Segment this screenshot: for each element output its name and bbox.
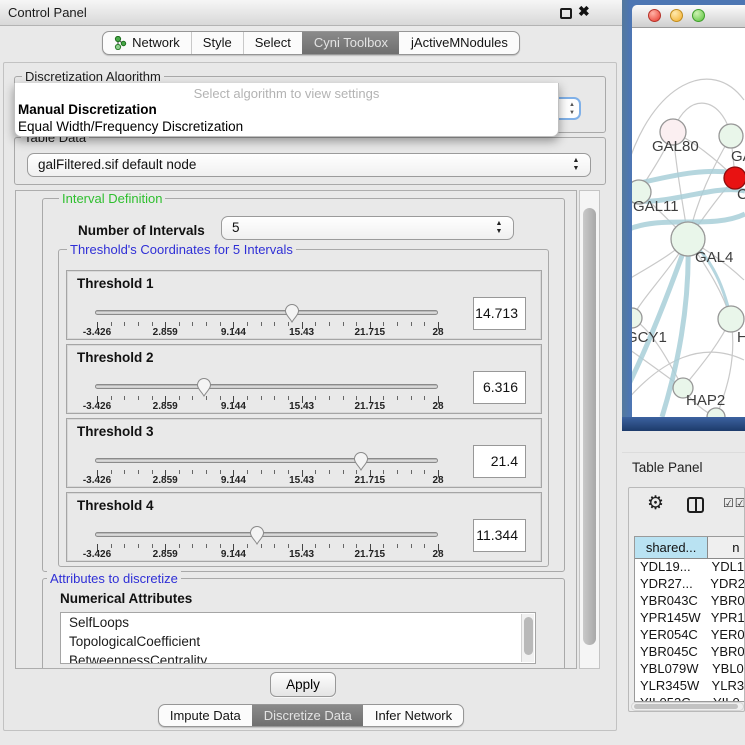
dropdown-hint-item: Select algorithm to view settings — [15, 86, 558, 101]
list-scrollbar[interactable] — [521, 614, 534, 662]
node-label: GAL80 — [652, 138, 699, 155]
split-table-icon[interactable] — [687, 497, 704, 513]
thresholds-group: Threshold's Coordinates for 5 Intervals … — [58, 249, 549, 567]
apply-button[interactable]: Apply — [270, 672, 336, 697]
settings-scroll-area: Interval Definition Number of Intervals … — [15, 190, 577, 669]
network-view-window: GAL80 GA GAL11 C GAL4 GCY1 H HAP2 — [622, 0, 745, 431]
threshold-panel: Threshold 3 -3.4262.8599.14415.4321.7152… — [66, 418, 542, 488]
network-window-bottom-frame — [622, 417, 745, 431]
table-row[interactable]: YLR345WYLR3... — [635, 678, 745, 695]
gear-icon[interactable]: ⚙ — [647, 492, 664, 515]
tab-cyni-toolbox[interactable]: Cyni Toolbox — [302, 32, 399, 54]
tab-select[interactable]: Select — [243, 32, 302, 54]
tab-network[interactable]: Network — [103, 32, 191, 54]
panel-title: Control Panel — [8, 5, 87, 20]
interval-definition-group: Interval Definition Number of Intervals … — [42, 198, 565, 572]
attributes-group: Attributes to discretize Numerical Attri… — [42, 578, 565, 669]
dropdown-option-manual[interactable]: Manual Discretization — [18, 102, 157, 117]
number-of-intervals-value: 5 — [232, 217, 240, 239]
control-panel-titlebar: Control Panel ✖ — [0, 0, 622, 26]
network-window-titlebar[interactable] — [632, 5, 745, 28]
algorithm-group-title: Discretization Algorithm — [22, 69, 164, 81]
threshold-value-field[interactable]: 21.4 — [473, 445, 526, 478]
tab-style[interactable]: Style — [191, 32, 243, 54]
node-label: GAL11 — [633, 198, 679, 215]
threshold-panel: Threshold 1 -3.4262.8599.14415.4321.7152… — [66, 270, 542, 340]
numerical-attributes-list[interactable]: SelfLoopsTopologicalCoefficientBetweenne… — [60, 612, 536, 664]
table-rows: YDL19...YDL1...YDR27...YDR2...YBR043CYBR… — [635, 559, 745, 701]
table-row[interactable]: YBR043CYBR0... — [635, 593, 745, 610]
top-tabbar: Network Style Select Cyni Toolbox jActiv… — [0, 31, 622, 55]
dropdown-option-equal-width[interactable]: Equal Width/Frequency Discretization — [18, 119, 243, 134]
threshold-value-field[interactable]: 11.344 — [473, 519, 526, 552]
cyni-panel-body: Discretization Algorithm ▲▼ Select algor… — [3, 62, 617, 731]
column-header-name[interactable]: n — [708, 537, 745, 559]
checked-checkbox-icons[interactable]: ☑☑ — [723, 496, 745, 510]
control-panel: Control Panel ✖ Network Style Select Cyn… — [0, 0, 622, 745]
table-data-combobox[interactable]: galFiltered.sif default node ▲▼ — [27, 153, 591, 177]
interval-definition-title: Interval Definition — [59, 191, 165, 206]
close-traffic-light[interactable] — [648, 9, 661, 22]
spinner-arrows-icon: ▲▼ — [494, 220, 504, 236]
threshold-value-field[interactable]: 6.316 — [473, 371, 526, 404]
node-table: shared... n YDL19...YDL1...YDR27...YDR2.… — [634, 536, 745, 702]
tab-jactivemnodules[interactable]: jActiveMNodules — [399, 32, 519, 54]
table-row[interactable]: YDR27...YDR2... — [635, 576, 745, 593]
node-label: HAP2 — [686, 392, 725, 409]
numerical-attributes-label: Numerical Attributes — [60, 591, 192, 606]
main-scrollbar-thumb[interactable] — [583, 208, 596, 645]
combo-arrows-icon: ▲▼ — [569, 101, 575, 117]
combo-arrows-icon: ▲▼ — [571, 157, 581, 173]
close-icon[interactable]: ✖ — [578, 3, 590, 20]
algorithm-dropdown-popup: Select algorithm to view settings Manual… — [14, 83, 559, 137]
float-window-icon[interactable] — [560, 8, 572, 19]
zoom-traffic-light[interactable] — [692, 9, 705, 22]
table-row[interactable]: YBR045CYBR0... — [635, 644, 745, 661]
table-row[interactable]: YBL079WYBL0... — [635, 661, 745, 678]
attribute-list-item[interactable]: BetweennessCentrality — [61, 651, 535, 664]
table-panel: ⚙ ☑☑ shared... n YDL19...YDL1...YDR27...… — [628, 487, 745, 712]
node-label: C — [737, 186, 745, 203]
table-data-group: Table Data galFiltered.sif default node … — [14, 137, 606, 185]
threshold-panel: Threshold 2 -3.4262.8599.14415.4321.7152… — [66, 344, 542, 414]
network-graph — [632, 28, 745, 417]
network-icon — [114, 36, 127, 50]
threshold-value-field[interactable]: 14.713 — [473, 297, 526, 330]
column-header-shared-name[interactable]: shared... — [635, 537, 708, 559]
table-row[interactable]: YDL19...YDL1... — [635, 559, 745, 576]
network-canvas[interactable]: GAL80 GA GAL11 C GAL4 GCY1 H HAP2 — [632, 28, 745, 417]
table-row[interactable]: YPR145WYPR1... — [635, 610, 745, 627]
attribute-list-item[interactable]: TopologicalCoefficient — [61, 632, 535, 651]
main-scrollbar[interactable] — [579, 190, 600, 669]
attribute-list-item[interactable]: SelfLoops — [61, 613, 535, 632]
tab-discretize-data[interactable]: Discretize Data — [252, 705, 363, 726]
attributes-group-title: Attributes to discretize — [47, 571, 181, 586]
bottom-tabbar: Impute Data Discretize Data Infer Networ… — [0, 704, 622, 727]
table-row[interactable]: YIL052CYIL0... — [635, 695, 745, 701]
node-label: GA — [731, 148, 745, 165]
table-data-selected-value: galFiltered.sif default node — [38, 154, 196, 176]
thresholds-group-title: Threshold's Coordinates for 5 Intervals — [67, 242, 296, 257]
number-of-intervals-label: Number of Intervals — [78, 223, 205, 238]
node-label: GCY1 — [632, 329, 667, 346]
tab-impute-data[interactable]: Impute Data — [159, 705, 252, 726]
table-row[interactable]: YER054CYER0... — [635, 627, 745, 644]
node-label: H — [737, 329, 745, 346]
number-of-intervals-spinner[interactable]: 5 ▲▼ — [221, 216, 514, 240]
threshold-panel: Threshold 4 -3.4262.8599.14415.4321.7152… — [66, 492, 542, 562]
table-hscrollbar[interactable] — [631, 702, 744, 711]
minimize-traffic-light[interactable] — [670, 9, 683, 22]
tab-infer-network[interactable]: Infer Network — [363, 705, 463, 726]
node-label: GAL4 — [695, 249, 733, 266]
right-column: GAL80 GA GAL11 C GAL4 GCY1 H HAP2 Table Panel ⚙… — [622, 0, 745, 745]
table-panel-title: Table Panel — [622, 452, 745, 482]
